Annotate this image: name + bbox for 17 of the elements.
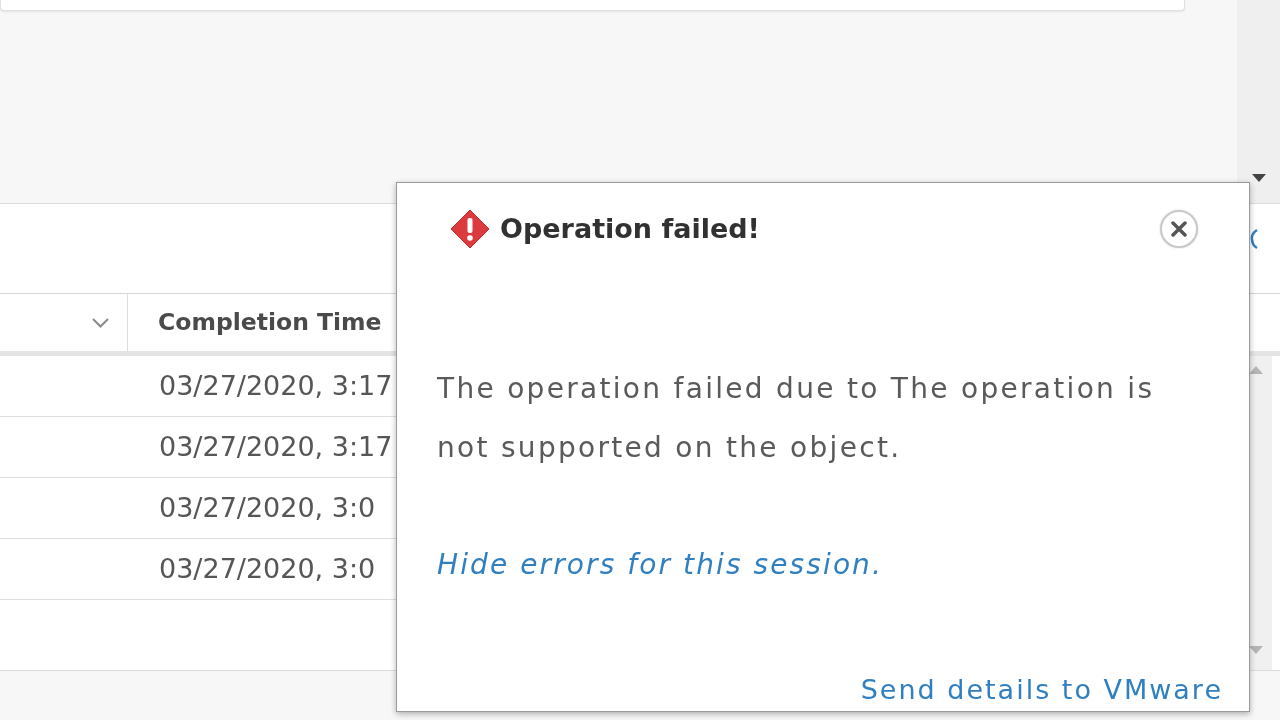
close-button[interactable] [1160, 210, 1198, 248]
error-message: The operation failed due to The operation is not supported on the object. [437, 371, 1156, 466]
close-icon [1171, 221, 1187, 237]
table-cell-text: 03/27/2020, 3:0 [159, 490, 376, 525]
scrollbar-track[interactable] [1237, 0, 1280, 203]
arc-icon[interactable] [1250, 228, 1258, 250]
scroll-up-icon[interactable] [1249, 366, 1263, 374]
table-cell-text: 03/27/2020, 3:0 [159, 551, 376, 586]
scroll-down-icon[interactable] [1251, 174, 1266, 182]
error-icon [450, 209, 490, 249]
column-header[interactable]: Completion Time [128, 304, 382, 341]
hide-errors-link[interactable]: Hide errors for this session. [437, 535, 883, 594]
send-details-link[interactable]: Send details to VMware [860, 672, 1223, 708]
table-cell-text: 03/27/2020, 3:17 [159, 368, 393, 403]
chevron-down-icon[interactable] [92, 317, 109, 328]
dialog-title: Operation failed! [500, 211, 760, 246]
table-cell-text: 03/27/2020, 3:17 [159, 429, 393, 464]
